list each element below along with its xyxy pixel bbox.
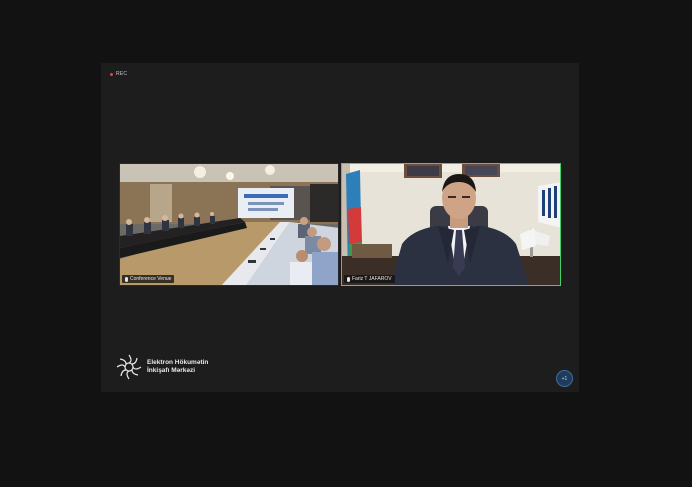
recording-indicator: REC <box>110 71 127 77</box>
more-participants-label: +1 <box>561 375 568 382</box>
participant-name-tag: Fariz T JAFAROV <box>344 275 395 283</box>
organization-logo: Elektron Hökumətin İnkişafı Mərkəzi <box>115 353 208 381</box>
participant-name: Conference Venue <box>130 276 172 282</box>
microphone-icon <box>125 276 128 282</box>
recording-dot-icon <box>110 72 113 76</box>
logo-emblem-icon <box>116 354 142 380</box>
microphone-icon <box>347 276 350 282</box>
participant-name-tag: Conference Venue <box>122 275 175 283</box>
recording-label: REC <box>116 71 128 77</box>
participant-name: Fariz T JAFAROV <box>352 276 392 282</box>
more-participants-button[interactable]: +1 <box>556 370 573 387</box>
video-tile-speaker[interactable]: Fariz T JAFAROV <box>341 163 561 286</box>
conference-room-video <box>120 164 338 285</box>
meeting-stage: REC Conference Venue Fariz T JAFAROV Ele… <box>101 63 579 392</box>
logo-line-1: Elektron Hökumətin <box>147 359 209 366</box>
logo-line-2: İnkişafı Mərkəzi <box>147 367 196 374</box>
video-tile-conference[interactable]: Conference Venue <box>119 163 339 286</box>
speaker-video <box>342 164 560 285</box>
